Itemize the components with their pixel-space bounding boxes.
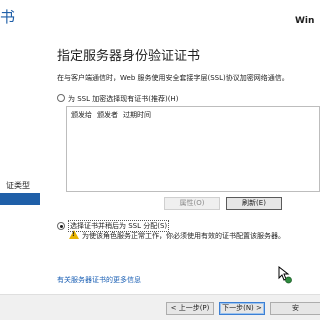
page-title: 指定服务器身份验证证书: [57, 49, 201, 64]
column-header-issuer[interactable]: 颁发者: [97, 110, 118, 120]
page-description: 在与客户端通信时，Web 服务使用安全套接字层(SSL)协议加密网络通信。: [57, 74, 289, 82]
existing-cert-label[interactable]: 为 SSL 加密选择现有证书(推荐)(H): [68, 94, 178, 104]
next-button[interactable]: 下一步(N) >: [219, 302, 265, 315]
sidebar-item-cert-type[interactable]: 证类型: [0, 180, 40, 191]
warning-icon: [69, 230, 79, 239]
existing-cert-radio[interactable]: [57, 94, 65, 102]
column-header-expiry[interactable]: 过期时间: [123, 110, 151, 120]
refresh-button[interactable]: 刷新(E): [226, 197, 282, 210]
certificate-list[interactable]: 颁发给 颁发者 过期时间: [66, 106, 320, 192]
properties-button[interactable]: 属性(O): [164, 197, 220, 210]
os-label: Win: [295, 16, 315, 26]
more-info-link[interactable]: 有关服务器证书的更多信息: [57, 275, 141, 285]
column-header-issued-to[interactable]: 颁发给: [71, 110, 92, 120]
window-title: 书: [0, 8, 16, 26]
warning-text: 为使该角色服务正常工作，你必须使用有效的证书配置该服务器。: [82, 232, 285, 240]
previous-button[interactable]: < 上一步(P): [166, 302, 214, 315]
busy-cursor-icon: [278, 266, 292, 284]
install-button[interactable]: 安: [270, 302, 320, 315]
certificate-list-header: 颁发给 颁发者 过期时间: [67, 107, 319, 123]
sidebar-item-selected[interactable]: [0, 193, 40, 205]
assign-later-radio[interactable]: [57, 222, 65, 230]
